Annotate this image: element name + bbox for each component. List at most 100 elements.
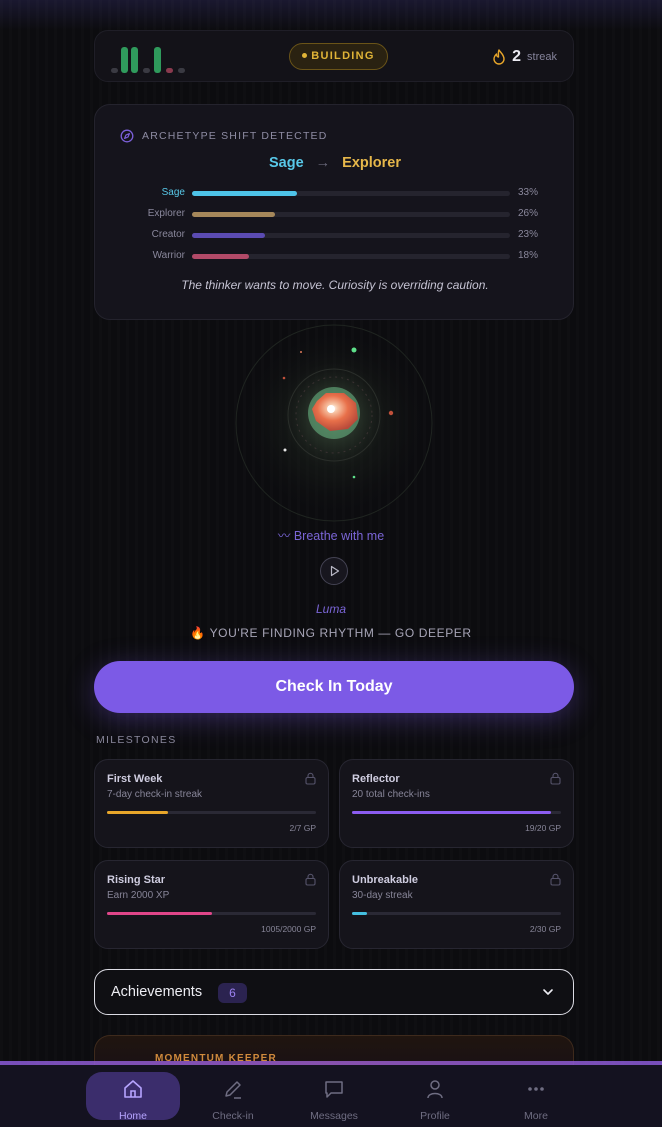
archetype-row-track: [192, 191, 510, 196]
nav-label: Messages: [310, 1110, 358, 1122]
archetype-from: Sage: [268, 155, 304, 171]
lock-icon: [305, 772, 316, 785]
activity-bar: [111, 68, 118, 73]
milestone-track: [107, 912, 316, 915]
milestone-card[interactable]: Rising Star Earn 2000 XP 1005/2000 GP: [94, 860, 329, 949]
activity-bar: [143, 68, 150, 73]
lock-icon: [550, 772, 561, 785]
nav-messages[interactable]: Messages: [287, 1072, 381, 1122]
nav-label: Check-in: [212, 1110, 254, 1122]
archetype-quote: The thinker wants to move. Curiosity is …: [181, 278, 489, 292]
milestone-progress: 2/7 GP: [289, 823, 316, 833]
nav-check-in[interactable]: Check-in: [186, 1072, 280, 1122]
archetype-row: Warrior 18%: [95, 250, 575, 264]
nav-label: Profile: [420, 1110, 450, 1122]
milestone-name: First Week: [107, 773, 163, 785]
archetype-shift: Sage → Explorer: [95, 155, 575, 171]
milestone-name: Unbreakable: [352, 874, 419, 886]
milestone-fill: [107, 811, 168, 814]
message-icon: [325, 1081, 343, 1098]
archetype-row: Explorer 26%: [95, 208, 575, 222]
archetype-heading-text: ARCHETYPE SHIFT DETECTED: [142, 130, 328, 142]
badge-label: BUILDING: [311, 50, 375, 62]
achievements-label: Achievements: [111, 984, 203, 1000]
archetype-row-track: [192, 212, 510, 217]
activity-bar: [131, 47, 138, 73]
archetype-row-name: Explorer: [147, 208, 185, 219]
nav-home[interactable]: Home: [86, 1072, 180, 1122]
milestone-progress: 1005/2000 GP: [261, 924, 316, 934]
activity-bar: [154, 47, 161, 73]
arrow-right-icon: →: [315, 155, 331, 171]
achievements-dropdown[interactable]: Achievements 6: [94, 969, 574, 1015]
breath-icon: 〰: [277, 529, 291, 543]
streak-count: 2: [512, 48, 522, 65]
milestone-fill: [107, 912, 212, 915]
compass-icon: [120, 129, 134, 143]
archetype-row-name: Warrior: [152, 250, 185, 261]
achievements-count-badge: 6: [218, 983, 247, 1003]
archetype-row: Creator 23%: [95, 229, 575, 243]
archetype-row-fill: [192, 191, 297, 196]
rhythm-message: 🔥 YOU'RE FINDING RHYTHM — GO DEEPER: [190, 626, 472, 640]
activity-bar: [121, 47, 128, 73]
archetype-row: Sage 33%: [95, 187, 575, 201]
chevron-down-icon: [543, 989, 553, 995]
milestone-name: Rising Star: [107, 874, 166, 886]
milestone-card[interactable]: First Week 7-day check-in streak 2/7 GP: [94, 759, 329, 848]
lock-icon: [550, 873, 561, 886]
milestone-progress: 19/20 GP: [525, 823, 561, 833]
bottom-nav: Home Check-in Messages Profile More: [0, 1065, 662, 1127]
archetype-row-track: [192, 233, 510, 238]
archetype-row-name: Creator: [151, 229, 185, 240]
milestone-track: [107, 811, 316, 814]
milestone-desc: 30-day streak: [352, 890, 413, 901]
luma-orb[interactable]: [234, 323, 434, 523]
streak-label: streak: [527, 51, 557, 63]
play-button[interactable]: [320, 557, 348, 585]
milestones-title: MILESTONES: [96, 734, 177, 746]
home-icon: [124, 1080, 142, 1098]
archetype-to: Explorer: [342, 155, 401, 171]
archetype-heading: ARCHETYPE SHIFT DETECTED: [120, 129, 328, 143]
pencil-icon: [225, 1081, 241, 1099]
user-icon: [427, 1080, 443, 1099]
milestone-fill: [352, 811, 551, 814]
archetype-row-fill: [192, 212, 275, 217]
milestone-track: [352, 912, 561, 915]
check-in-today-button[interactable]: Check In Today: [94, 661, 574, 713]
activity-bar: [166, 68, 173, 73]
milestone-card[interactable]: Unbreakable 30-day streak 2/30 GP: [339, 860, 574, 949]
archetype-row-name: Sage: [161, 187, 185, 198]
play-icon: [330, 565, 340, 577]
nav-profile[interactable]: Profile: [388, 1072, 482, 1122]
archetype-row-fill: [192, 233, 266, 238]
milestone-fill: [352, 912, 367, 915]
milestone-desc: Earn 2000 XP: [107, 890, 170, 901]
companion-name: Luma: [315, 602, 347, 616]
breathe-with-me-link[interactable]: 〰 Breathe with me: [0, 525, 662, 544]
archetype-shift-card: ARCHETYPE SHIFT DETECTED Sage → Explorer S…: [94, 104, 574, 320]
status-badge: BUILDING: [289, 43, 388, 70]
badge-dot: [302, 52, 308, 58]
lock-icon: [305, 873, 316, 886]
activity-bar: [178, 68, 185, 73]
streak-counter: 2 streak: [492, 45, 557, 69]
activity-bars: [111, 45, 191, 73]
milestone-desc: 20 total check-ins: [352, 789, 430, 800]
milestone-card[interactable]: Reflector 20 total check-ins 19/20 GP: [339, 759, 574, 848]
nav-label: Home: [118, 1110, 147, 1122]
milestone-track: [352, 811, 561, 814]
archetype-row-percent: 33%: [518, 187, 539, 198]
milestone-progress: 2/30 GP: [529, 924, 561, 934]
milestone-name: Reflector: [352, 773, 400, 785]
nav-label: More: [524, 1110, 548, 1122]
flame-icon: [493, 49, 505, 65]
archetype-row-percent: 26%: [518, 208, 539, 219]
top-glow: [0, 0, 662, 30]
archetype-row-percent: 23%: [518, 229, 539, 240]
orb-graphic: [235, 324, 433, 522]
archetype-row-fill: [192, 254, 250, 259]
nav-more[interactable]: More: [489, 1072, 583, 1122]
status-header: BUILDING 2 streak: [94, 30, 574, 82]
